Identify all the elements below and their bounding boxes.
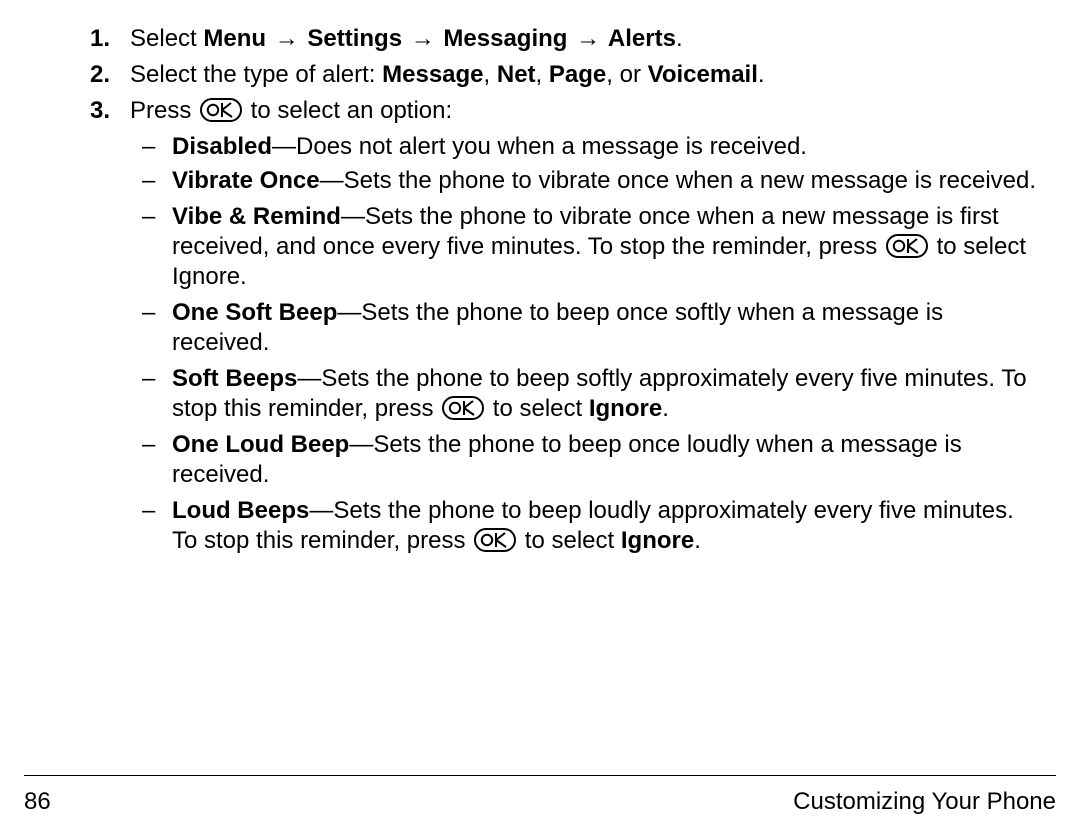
option-loud-beeps: Loud Beeps—Sets the phone to beep loudly…	[172, 496, 1044, 556]
step-number: 3.	[90, 96, 110, 126]
option-vibe-remind: Vibe & Remind—Sets the phone to vibrate …	[172, 202, 1044, 292]
page-content: 1. Select Menu → Settings → Messaging → …	[24, 24, 1056, 775]
instruction-list: 1. Select Menu → Settings → Messaging → …	[24, 24, 1056, 556]
manual-page: 1. Select Menu → Settings → Messaging → …	[0, 0, 1080, 834]
step-1: 1. Select Menu → Settings → Messaging → …	[130, 24, 1056, 54]
option-list: Disabled—Does not alert you when a messa…	[130, 132, 1056, 556]
option-disabled: Disabled—Does not alert you when a messa…	[172, 132, 1044, 162]
step-text: Select the type of alert: Message, Net, …	[130, 61, 765, 88]
step-number: 2.	[90, 60, 110, 90]
page-number: 86	[24, 788, 51, 816]
ok-icon	[442, 396, 484, 420]
ok-icon	[200, 98, 242, 122]
step-3: 3. Press to select an option: Disabled—D…	[130, 96, 1056, 556]
option-one-loud-beep: One Loud Beep—Sets the phone to beep onc…	[172, 430, 1044, 490]
page-footer: 86 Customizing Your Phone	[24, 775, 1056, 834]
option-vibrate-once: Vibrate Once—Sets the phone to vibrate o…	[172, 166, 1044, 196]
step-2: 2. Select the type of alert: Message, Ne…	[130, 60, 1056, 90]
menu-path: Menu → Settings → Messaging → Alerts	[203, 25, 676, 52]
section-title: Customizing Your Phone	[793, 788, 1056, 816]
option-soft-beeps: Soft Beeps—Sets the phone to beep softly…	[172, 364, 1044, 424]
step-text: Select Menu → Settings → Messaging → Ale…	[130, 25, 683, 52]
step-text: Press to select an option:	[130, 97, 452, 124]
ok-icon	[886, 234, 928, 258]
step-number: 1.	[90, 24, 110, 54]
ok-icon	[474, 528, 516, 552]
option-one-soft-beep: One Soft Beep—Sets the phone to beep onc…	[172, 298, 1044, 358]
